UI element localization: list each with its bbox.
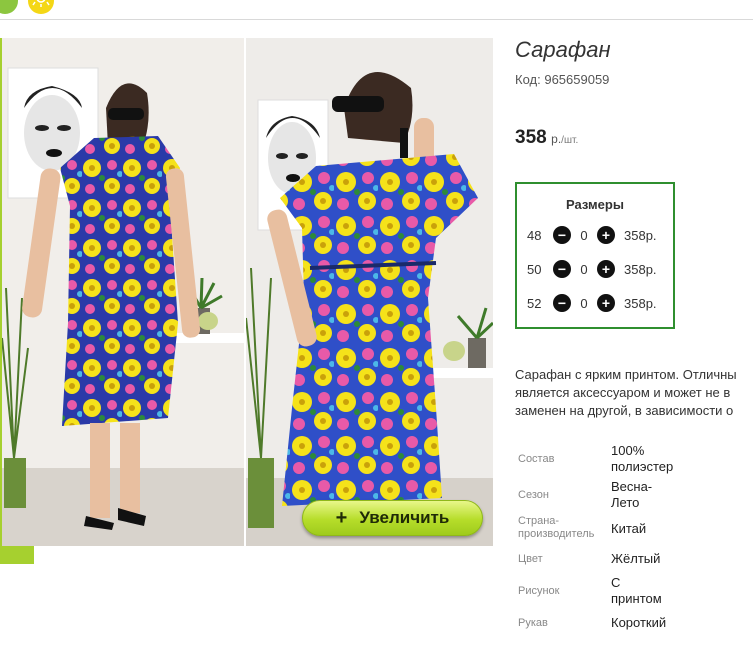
size-label: 50 <box>527 261 542 277</box>
product-photo-2[interactable] <box>246 38 493 546</box>
property-value: Жёлтый <box>611 551 661 566</box>
plus-button[interactable]: + <box>597 226 615 244</box>
size-price: 358р. <box>624 295 657 311</box>
description-line: заменен на другой, в зависимости о <box>515 403 734 418</box>
plus-button[interactable]: + <box>597 294 615 312</box>
description-line: Сарафан с ярким принтом. Отличны <box>515 367 737 382</box>
property-label: Рукав <box>518 617 548 629</box>
quantity-value[interactable]: 0 <box>571 262 597 277</box>
product-description: Сарафан с ярким принтом. Отличны являетс… <box>515 366 753 420</box>
property-value: 100% полиэстер <box>611 443 674 474</box>
property-value: Спринтом <box>611 575 662 606</box>
size-row: 50 − 0 + 358р. <box>527 259 657 279</box>
sizes-title: Размеры <box>566 197 624 212</box>
top-bar <box>0 0 753 20</box>
minus-button[interactable]: − <box>553 294 571 312</box>
quantity-value[interactable]: 0 <box>571 296 597 311</box>
property-label: Рисунок <box>518 585 560 597</box>
property-label: Страна-производитель <box>518 515 595 540</box>
price-value: 358 <box>515 127 547 148</box>
property-label: Цвет <box>518 553 543 565</box>
sizes-panel: Размеры 48 − 0 + 358р. 50 − 0 + 358р. 52… <box>515 182 675 329</box>
size-label: 52 <box>527 295 542 311</box>
green-circle-icon[interactable] <box>0 0 18 14</box>
property-label: Сезон <box>518 489 549 501</box>
quantity-value[interactable]: 0 <box>571 228 597 243</box>
sun-icon[interactable] <box>28 0 54 14</box>
product-title: Сарафан <box>515 37 611 62</box>
size-label: 48 <box>527 227 542 243</box>
plus-button[interactable]: + <box>597 260 615 278</box>
description-line: является аксессуаром и может не в <box>515 385 731 400</box>
price-per-unit: /шт. <box>561 135 579 146</box>
size-row: 48 − 0 + 358р. <box>527 225 657 245</box>
minus-button[interactable]: − <box>553 260 571 278</box>
zoom-label: Увеличить <box>359 508 450 527</box>
size-row: 52 − 0 + 358р. <box>527 293 657 313</box>
plus-icon: + <box>335 506 348 529</box>
property-value: Китай <box>611 521 647 536</box>
size-price: 358р. <box>624 227 657 243</box>
size-price: 358р. <box>624 261 657 277</box>
property-value: Короткий <box>611 615 667 630</box>
product-price: 358 р./шт. <box>515 127 578 149</box>
zoom-button[interactable]: + Увеличить <box>302 500 483 536</box>
accent-strip-bottom <box>0 546 34 564</box>
price-currency: р. <box>551 132 562 146</box>
product-code: Код: 965659059 <box>515 72 609 87</box>
minus-button[interactable]: − <box>553 226 571 244</box>
product-code-value: 965659059 <box>544 72 610 87</box>
product-code-label: Код: <box>515 72 541 87</box>
property-value: Весна- Лето <box>611 479 653 510</box>
product-photo-1[interactable] <box>2 38 244 546</box>
property-label: Состав <box>518 453 555 465</box>
